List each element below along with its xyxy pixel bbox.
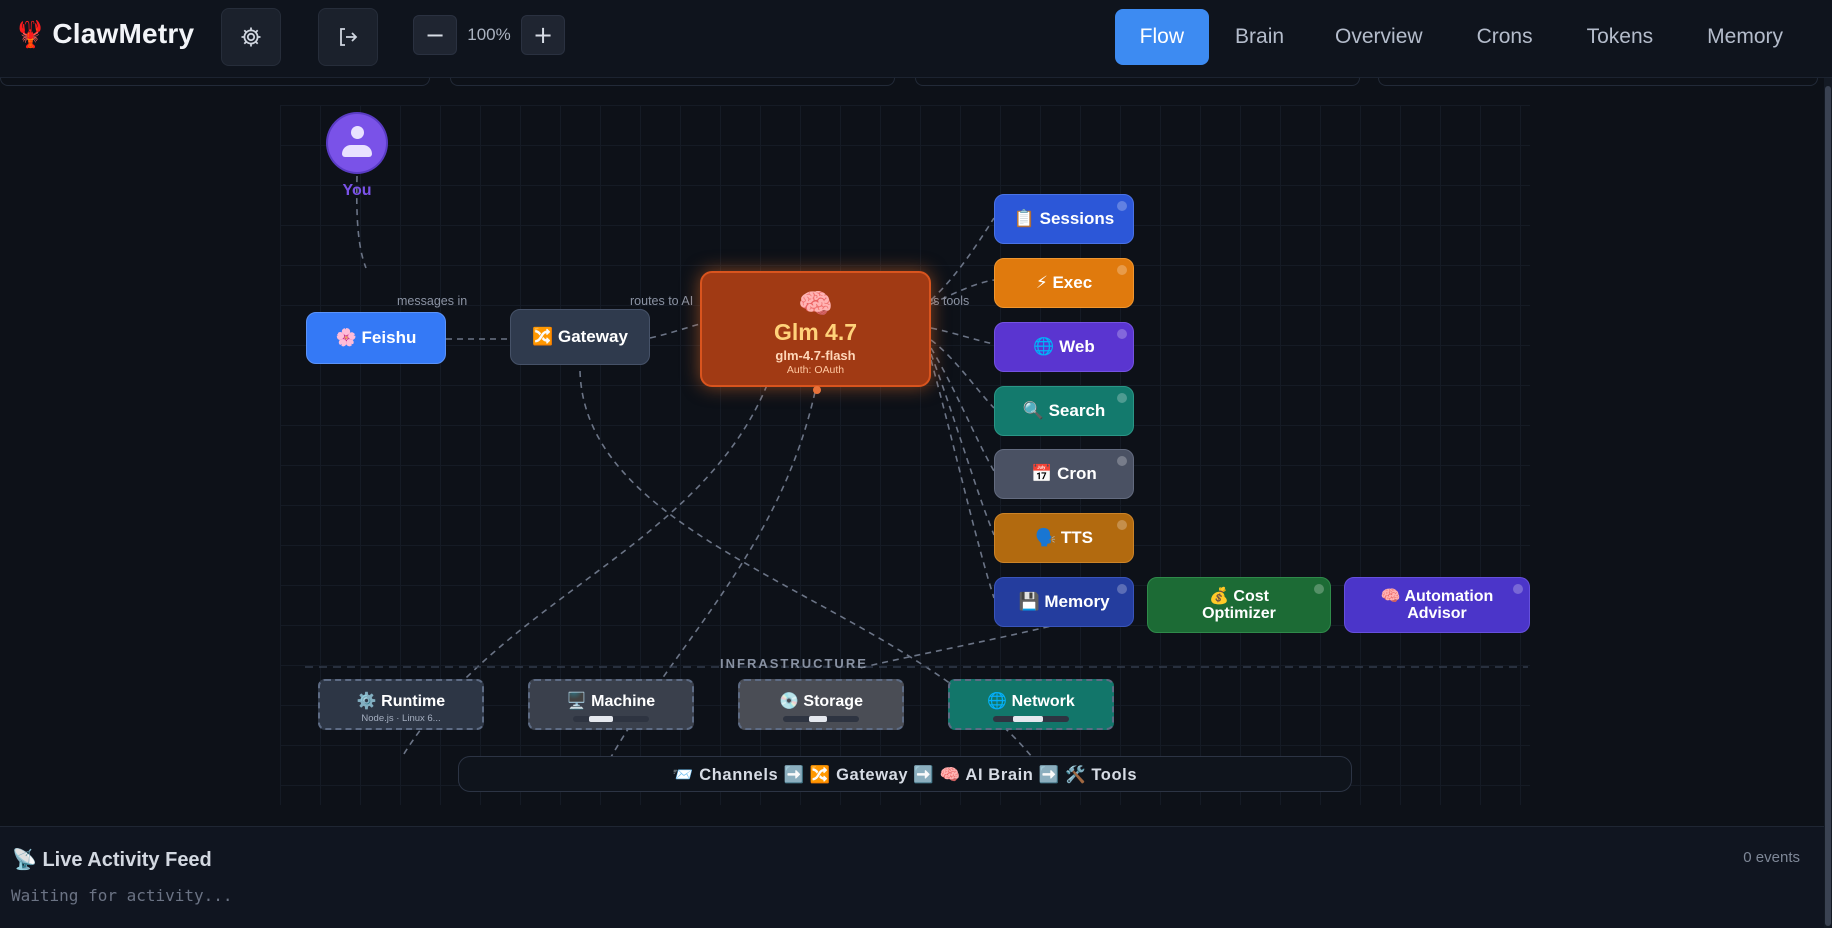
tool-node-sessions[interactable]: 📋 Sessions <box>994 194 1134 244</box>
tool-label: ⚡ Exec <box>1035 273 1093 292</box>
status-dot <box>1117 520 1127 530</box>
tool-label: 🔍 Search <box>1022 401 1106 420</box>
tool-label: 📅 Cron <box>1031 464 1097 483</box>
node-label-line1: 🧠 Automation <box>1380 588 1494 605</box>
app-name: ClawMetry <box>52 18 195 49</box>
node-label-line2: Optimizer <box>1202 605 1276 622</box>
tool-node-cron[interactable]: 📅 Cron <box>994 449 1134 499</box>
tool-node-web[interactable]: 🌐 Web <box>994 322 1134 372</box>
logout-icon <box>340 28 358 46</box>
status-dot <box>1117 201 1127 211</box>
edge-brain-web <box>930 327 995 345</box>
event-count: 0 events <box>1743 849 1800 866</box>
infrastructure-label: INFRASTRUCTURE <box>720 656 868 671</box>
brain-port-dot <box>813 386 821 394</box>
avatar-body <box>342 145 372 157</box>
avatar-head <box>351 126 364 139</box>
runtime-meta: Node.js · Linux 6... <box>361 713 441 724</box>
edge-brain-memory <box>930 359 995 599</box>
tool-label: 🌐 Web <box>1033 337 1095 356</box>
tool-node-exec[interactable]: ⚡ Exec <box>994 258 1134 308</box>
status-dot <box>1513 584 1523 594</box>
edge-label-messages-in: messages in <box>397 294 468 308</box>
user-label: You <box>342 182 372 199</box>
brain-icon: 🧠 <box>798 288 833 319</box>
status-dot <box>1117 456 1127 466</box>
live-activity-feed: 📡 Live Activity Feed 0 events Waiting fo… <box>0 826 1832 928</box>
tab-brain[interactable]: Brain <box>1213 9 1306 65</box>
node-label-line2: Advisor <box>1407 605 1467 622</box>
tab-flow[interactable]: Flow <box>1114 9 1210 65</box>
logout-button[interactable] <box>318 8 378 66</box>
machine-usage-bar <box>573 716 649 722</box>
edge-label-routes-to-ai: routes to AI <box>630 294 694 308</box>
tab-memory[interactable]: Memory <box>1682 9 1808 65</box>
automation-advisor-node[interactable]: 🧠 Automation Advisor <box>1344 577 1530 633</box>
zoom-out-button[interactable]: − <box>413 15 457 55</box>
status-dot <box>1117 584 1127 594</box>
model-title: Glm 4.7 <box>773 319 858 345</box>
main-tabs: Flow Brain Overview Crons Tokens Memory <box>1114 9 1808 65</box>
infra-label: 🖥️ Machine <box>566 693 656 710</box>
flow-legend: 📨 Channels ➡️ 🔀 Gateway ➡️ 🧠 AI Brain ➡️… <box>458 756 1352 792</box>
infra-node-runtime[interactable]: ⚙️ Runtime Node.js · Linux 6... <box>318 679 484 730</box>
channel-node-feishu[interactable]: 🌸 Feishu <box>306 312 446 364</box>
tool-node-search[interactable]: 🔍 Search <box>994 386 1134 436</box>
status-dot <box>1117 329 1127 339</box>
infra-node-machine[interactable]: 🖥️ Machine <box>528 679 694 730</box>
zoom-controls: − 100% + <box>413 15 565 55</box>
ai-brain-node[interactable]: 🧠 Glm 4.7 glm-4.7-flash Auth: OAuth <box>700 271 931 394</box>
edge-brain-sessions <box>930 217 995 301</box>
brand[interactable]: 🦞 ClawMetry <box>14 18 194 50</box>
gateway-node[interactable]: 🔀 Gateway <box>510 309 650 365</box>
top-bar: 🦞 ClawMetry − 100% + Flow Brain Overview… <box>0 0 1832 78</box>
tool-label: 📋 Sessions <box>1013 209 1115 228</box>
scrollbar-thumb[interactable] <box>1825 86 1831 926</box>
tab-tokens[interactable]: Tokens <box>1562 9 1679 65</box>
cost-optimizer-node[interactable]: 💰 Cost Optimizer <box>1147 577 1331 633</box>
infra-label: 🌐 Network <box>987 693 1075 710</box>
channel-label: 🌸 Feishu <box>335 328 417 347</box>
user-avatar[interactable] <box>328 114 386 172</box>
status-dot <box>1117 393 1127 403</box>
zoom-in-button[interactable]: + <box>521 15 565 55</box>
infra-node-network[interactable]: 🌐 Network <box>948 679 1114 730</box>
page-scrollbar[interactable] <box>1824 78 1832 928</box>
zoom-level: 100% <box>467 25 511 44</box>
flow-canvas[interactable]: You messages in routes to AI uses tools … <box>0 78 1832 826</box>
status-dot <box>1117 265 1127 275</box>
storage-usage-bar <box>783 716 859 722</box>
node-label-line1: 💰 Cost <box>1209 588 1269 605</box>
network-usage-bar <box>993 716 1069 722</box>
tool-node-memory[interactable]: 💾 Memory <box>994 577 1134 627</box>
status-dot <box>1314 584 1324 594</box>
edge-brain-tts <box>930 353 995 536</box>
edge-gateway-brain <box>649 323 701 339</box>
infra-node-storage[interactable]: 💿 Storage <box>738 679 904 730</box>
auth-mode: Auth: OAuth <box>786 364 845 376</box>
feed-title: 📡 Live Activity Feed <box>12 849 212 871</box>
tool-label: 💾 Memory <box>1018 592 1110 611</box>
feed-placeholder: Waiting for activity... <box>11 886 233 905</box>
model-id: glm-4.7-flash <box>775 348 856 363</box>
lobster-icon: 🦞 <box>14 19 47 49</box>
tool-label: 🗣️ TTS <box>1035 528 1093 547</box>
gateway-label: 🔀 Gateway <box>532 327 628 346</box>
tab-crons[interactable]: Crons <box>1452 9 1558 65</box>
settings-button[interactable] <box>221 8 281 66</box>
edge-memory-infra <box>859 623 1061 669</box>
edge-brain-cron <box>930 347 995 472</box>
infra-label: ⚙️ Runtime <box>356 693 446 710</box>
gear-icon <box>241 27 261 47</box>
infra-label: 💿 Storage <box>779 693 863 710</box>
tool-node-tts[interactable]: 🗣️ TTS <box>994 513 1134 563</box>
tab-overview[interactable]: Overview <box>1310 9 1448 65</box>
flow-connections <box>305 175 1528 758</box>
